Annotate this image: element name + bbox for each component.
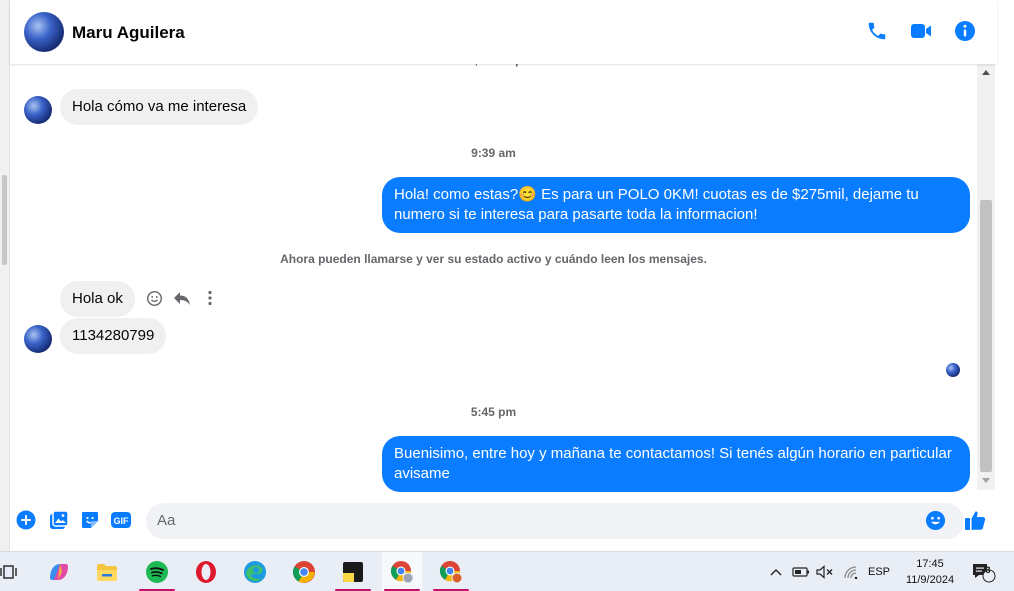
outgoing-message[interactable]: Hola! como estas?😊 Es para un POLO 0KM! … <box>382 177 970 233</box>
battery-icon[interactable] <box>790 552 812 591</box>
sender-avatar[interactable] <box>24 96 52 124</box>
contact-name[interactable]: Maru Aguilera <box>72 23 185 43</box>
react-smiley-icon[interactable] <box>145 289 163 307</box>
message-input[interactable] <box>157 512 907 529</box>
notification-count-badge: 3 <box>985 565 991 575</box>
wifi-icon[interactable] <box>840 552 862 591</box>
incoming-message[interactable]: Hola cómo va me interesa <box>60 89 259 125</box>
plus-icon[interactable] <box>15 509 37 531</box>
thumbs-up-icon[interactable] <box>963 508 987 532</box>
incoming-message[interactable]: Hola ok <box>60 281 135 317</box>
left-scrollbar-thumb[interactable] <box>2 175 7 265</box>
scrollbar-thumb[interactable] <box>980 200 992 472</box>
file-explorer-icon[interactable] <box>87 552 127 591</box>
sticky-notes-icon[interactable] <box>333 552 373 591</box>
chrome-icon[interactable] <box>284 552 324 591</box>
scroll-down-arrow[interactable] <box>982 478 990 483</box>
messenger-window: Maru Aguilera Mar, 12:24 pm Hola cómo va… <box>0 0 1014 591</box>
timestamp-divider: 9:39 am <box>471 146 516 160</box>
photo-gallery-icon[interactable] <box>48 509 70 531</box>
spotify-icon[interactable] <box>137 552 177 591</box>
clock-time: 17:45 <box>916 558 944 570</box>
message-composer: GIF <box>10 496 997 551</box>
chevron-up-icon[interactable] <box>766 552 786 591</box>
message-input-box[interactable] <box>146 503 964 539</box>
chat-scrollbar[interactable] <box>977 64 995 490</box>
opera-icon[interactable] <box>186 552 226 591</box>
language-indicator[interactable]: ESP <box>864 552 894 591</box>
windows-taskbar: ESP 17:45 11/9/2024 3 <box>0 551 1014 591</box>
seen-receipt-avatar <box>946 363 960 377</box>
volume-muted-icon[interactable] <box>814 552 836 591</box>
chrome-profile-icon[interactable] <box>431 552 471 591</box>
clock-date: 11/9/2024 <box>905 574 955 586</box>
left-window-edge <box>0 0 10 551</box>
contact-avatar[interactable] <box>24 12 64 52</box>
svg-text:GIF: GIF <box>114 516 130 526</box>
video-camera-icon[interactable] <box>908 18 934 44</box>
timestamp-divider: 5:45 pm <box>470 405 517 419</box>
gif-icon[interactable]: GIF <box>110 509 132 531</box>
chrome-profile-icon[interactable] <box>382 552 422 591</box>
copilot-icon[interactable] <box>39 552 79 591</box>
reply-icon[interactable] <box>173 289 191 307</box>
emoji-icon[interactable] <box>925 510 947 532</box>
notification-center-icon[interactable]: 3 <box>968 552 998 591</box>
incoming-message[interactable]: 1134280799 <box>60 318 167 354</box>
sender-avatar[interactable] <box>24 325 52 353</box>
info-icon[interactable] <box>952 18 978 44</box>
system-clock[interactable]: 17:45 11/9/2024 <box>900 556 960 588</box>
scroll-up-arrow[interactable] <box>982 70 990 75</box>
chat-header: Maru Aguilera <box>10 0 997 64</box>
sticker-icon[interactable] <box>79 509 101 531</box>
edge-icon[interactable] <box>235 552 275 591</box>
window-right-edge <box>995 0 1014 551</box>
system-notice: Ahora pueden llamarse y ver su estado ac… <box>280 252 707 266</box>
more-options-icon[interactable] <box>201 289 219 307</box>
task-view-icon[interactable] <box>0 552 28 591</box>
outgoing-message[interactable]: Buenisimo, entre hoy y mañana te contact… <box>382 436 970 492</box>
phone-icon[interactable] <box>864 18 890 44</box>
